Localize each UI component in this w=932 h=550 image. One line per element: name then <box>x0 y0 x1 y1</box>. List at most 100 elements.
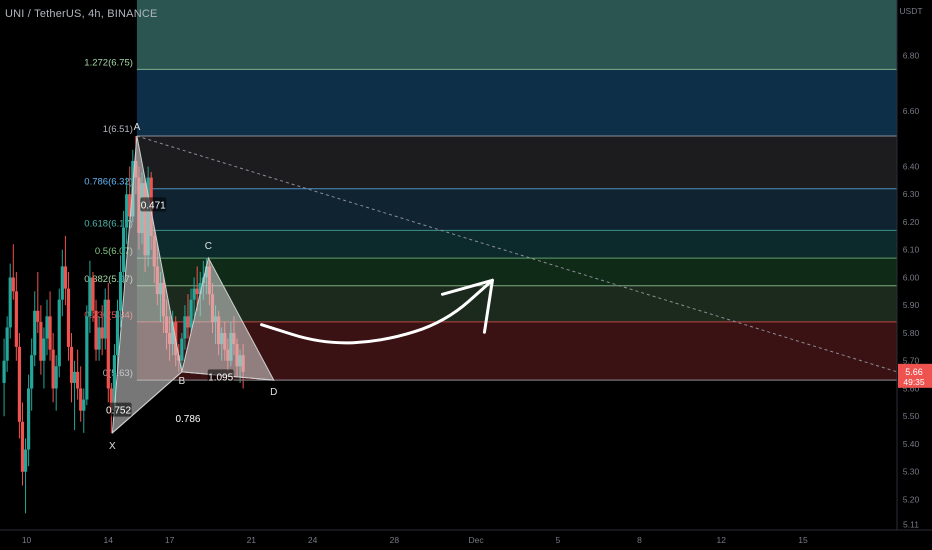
candle-body <box>189 299 193 328</box>
candle <box>39 305 43 375</box>
candle <box>72 360 77 431</box>
time-axis-tick: 24 <box>308 535 318 545</box>
candle <box>79 366 83 422</box>
candle <box>17 332 22 439</box>
candle-body <box>97 327 101 350</box>
candle-body <box>94 310 98 350</box>
fib-zones <box>136 0 897 381</box>
candle <box>48 291 52 361</box>
candle-body <box>115 310 120 356</box>
pattern-ratio-label: 0.471 <box>141 200 166 211</box>
candle-body <box>17 346 22 422</box>
time-axis-tick: 8 <box>637 535 642 545</box>
candle-body <box>63 266 67 289</box>
price-axis-tick: 6.40 <box>903 161 920 171</box>
candle-body <box>2 360 6 383</box>
price-axis-tick: 5.90 <box>903 300 920 310</box>
candle <box>20 402 25 486</box>
price-axis-tick: 5.80 <box>903 328 920 338</box>
last-price-value: 5.66 <box>905 367 923 377</box>
candle <box>103 288 107 350</box>
fib-zone <box>136 135 897 189</box>
candle-body <box>106 299 110 389</box>
candle <box>82 388 86 433</box>
candle-body <box>42 338 46 361</box>
pattern-point-label: B <box>179 376 186 387</box>
candle-body <box>57 299 61 367</box>
candle-body <box>88 277 92 317</box>
time-axis-tick: 14 <box>104 535 114 545</box>
candle-body <box>39 321 43 361</box>
price-axis-tick: 6.80 <box>903 50 920 60</box>
candle-body <box>36 310 40 322</box>
candle <box>76 349 80 400</box>
time-axis-tick: 15 <box>798 535 808 545</box>
candle-body <box>66 288 71 347</box>
price-axis-tick: 6.60 <box>903 106 920 116</box>
time-axis-tick: 21 <box>247 535 257 545</box>
fib-level-label: 0.786(6.32) <box>84 177 133 188</box>
fib-level-label: 1.272(6.75) <box>84 57 133 68</box>
candle-body <box>14 291 18 347</box>
candle-body <box>54 366 58 389</box>
price-axis-tick: 6.30 <box>903 189 920 199</box>
candle-body <box>5 327 9 361</box>
time-axis-tick: Dec <box>469 535 485 545</box>
candle-body <box>69 346 74 383</box>
candle <box>42 327 46 389</box>
candlestick-chart[interactable]: 1.272(6.75)1(6.51)0.786(6.32)0.618(6.17)… <box>0 0 932 550</box>
pattern-point-label: A <box>134 122 141 133</box>
candle-body <box>100 327 104 339</box>
candle-body <box>192 288 196 300</box>
candle <box>51 332 55 403</box>
price-axis-tick: 5.20 <box>903 494 920 504</box>
fib-zone <box>136 0 897 70</box>
price-axis-tick: 6.00 <box>903 272 920 282</box>
candle <box>60 249 64 317</box>
pattern-point-label: X <box>109 441 116 452</box>
candle-body <box>122 227 126 272</box>
candle-body <box>82 399 86 411</box>
time-axis-tick: 17 <box>165 535 175 545</box>
pattern-ratio-label: 1.095 <box>208 372 233 383</box>
candle-body <box>91 277 95 311</box>
candle <box>23 438 28 514</box>
pattern-ratio-label: 0.752 <box>106 406 131 417</box>
candle-body <box>103 299 107 339</box>
candle <box>66 271 71 361</box>
time-axis-tick: 28 <box>390 535 400 545</box>
time-axis-tick: 5 <box>555 535 560 545</box>
candle <box>30 338 34 411</box>
candle <box>2 338 6 417</box>
chart-stage: 1.272(6.75) 1(6.51) 0.786(6.32) 0.618(6.17)… <box>0 0 932 550</box>
candle-body <box>76 371 80 389</box>
candle <box>57 288 61 378</box>
candle <box>45 299 49 356</box>
candle <box>27 374 31 467</box>
price-axis-tick: 5.11 <box>903 519 919 529</box>
fib-zone <box>136 188 897 231</box>
candle-body <box>45 316 49 339</box>
last-price-badge: 5.6649:35 <box>898 363 932 388</box>
candle <box>63 235 67 306</box>
candle <box>94 299 98 361</box>
candle-body <box>48 316 52 350</box>
pattern-ratio: 0.752 <box>105 402 132 417</box>
candle-body <box>183 316 187 339</box>
time-axis-tick: 12 <box>717 535 727 545</box>
price-axis-tick: 5.40 <box>903 439 920 449</box>
candle <box>85 305 89 406</box>
candle <box>5 316 9 372</box>
candle <box>69 332 74 403</box>
candle-body <box>195 288 199 295</box>
fib-level-label: 1(6.51) <box>103 124 133 135</box>
candle <box>54 355 58 411</box>
candle <box>36 271 40 333</box>
pattern-ratio: 1.095 <box>207 369 234 384</box>
price-axis-tick: 5.50 <box>903 411 920 421</box>
candle <box>33 291 37 367</box>
symbol-title: UNI / TetherUS, 4h, BINANCE <box>5 8 158 20</box>
price-axis-unit: USDT <box>899 6 922 16</box>
time-axis: 10 14 17 21 24 28 Dec 5 8 12 15 <box>0 529 932 550</box>
price-axis: USDT 6.80 6.60 6.40 6.30 6.20 6.10 6.00 5.90 5.80… <box>896 0 932 550</box>
